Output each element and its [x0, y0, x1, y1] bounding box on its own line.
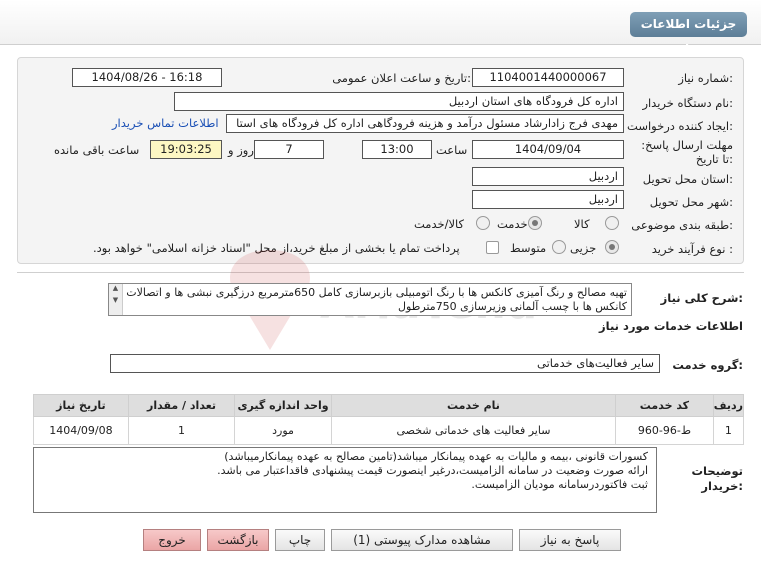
province-label: استان محل تحویل:	[642, 172, 733, 186]
buyer-notes-label: توضیحات خریدار:	[691, 464, 744, 493]
announce-field[interactable]: 1404/08/26 - 16:18	[72, 68, 222, 87]
title-bar: جزئیات اطلاعات نیاز	[0, 0, 761, 56]
page-title: جزئیات اطلاعات نیاز	[630, 12, 747, 56]
divider	[17, 272, 744, 273]
category-goods-label: کالا	[574, 217, 590, 231]
back-button[interactable]: بازگشت	[207, 529, 269, 551]
print-button[interactable]: چاپ	[275, 529, 325, 551]
city-field[interactable]: اردبیل	[472, 190, 624, 209]
view-attachments-button[interactable]: مشاهده مدارک پیوستی (1)	[331, 529, 513, 551]
col-date: تاریخ نیاز	[33, 394, 129, 417]
cell-qty: 1	[127, 416, 236, 445]
process-radio-medium[interactable]	[552, 240, 566, 254]
treasury-payment-checkbox[interactable]	[486, 241, 499, 254]
col-name: نام خدمت	[330, 394, 617, 417]
deadline-label: مهلت ارسال پاسخ: تا تاریخ:	[641, 138, 733, 166]
process-medium-label: متوسط	[510, 241, 547, 255]
service-group-label: گروه خدمت:	[672, 358, 743, 372]
cell-date: 1404/09/08	[33, 416, 129, 445]
process-radio-minor[interactable]	[605, 240, 619, 254]
buyer-notes-box[interactable]: کسورات قانونی ،بیمه و مالیات به عهده پیم…	[33, 447, 657, 513]
remaining-time-label: ساعت باقی مانده	[54, 143, 140, 157]
deadline-date-field[interactable]: 1404/09/04	[472, 140, 624, 159]
announce-label: تاریخ و ساعت اعلان عمومی:	[332, 71, 471, 85]
category-radio-goods-service[interactable]	[476, 216, 490, 230]
summary-label: شرح کلی نیاز:	[660, 291, 743, 305]
need-number-field[interactable]: 1104001440000067	[472, 68, 624, 87]
service-group-field[interactable]: سایر فعالیت‌های خدماتی	[110, 354, 660, 373]
remaining-time-field: 19:03:25	[150, 140, 222, 159]
buyer-org-field[interactable]: اداره کل فرودگاه های استان اردبیل	[174, 92, 624, 111]
reply-button[interactable]: پاسخ به نیاز	[519, 529, 621, 551]
category-radio-goods[interactable]	[605, 216, 619, 230]
deadline-time-label: ساعت	[436, 143, 468, 157]
need-number-label: شماره نیاز:	[678, 71, 733, 85]
city-label: شهر محل تحویل:	[649, 195, 733, 209]
days-label: روز و	[228, 143, 254, 157]
cell-unit: مورد	[234, 416, 332, 445]
note-line: ثبت فاکتوردرسامانه مودیان الزامیست.	[471, 478, 648, 491]
col-unit: واحد اندازه گیری	[234, 394, 332, 417]
days-field[interactable]: 7	[254, 140, 324, 159]
category-goods-service-label: کالا/خدمت	[414, 217, 465, 231]
process-minor-label: جزیی	[570, 241, 597, 255]
creator-field[interactable]: مهدی فرج زادارشاد مسئول درآمد و هزینه فر…	[226, 114, 624, 133]
scroll-down-icon[interactable]: ▼	[109, 296, 122, 305]
category-radio-service[interactable]	[528, 216, 542, 230]
category-service-label: خدمت	[497, 217, 528, 231]
cell-row: 1	[712, 416, 745, 445]
deadline-time-field[interactable]: 13:00	[362, 140, 432, 159]
cell-name: سایر فعالیت های خدماتی شخصی	[330, 416, 617, 445]
treasury-payment-label: پرداخت تمام یا بخشی از مبلغ خرید،از محل …	[93, 241, 460, 255]
scroll-up-icon[interactable]: ▲	[109, 284, 122, 293]
creator-label: ایجاد کننده درخواست:	[627, 119, 733, 133]
note-line: ارائه صورت وضعیت در سامانه الزامیست،درغی…	[217, 464, 648, 477]
cell-code: ط-96-960	[615, 416, 714, 445]
services-section-title: اطلاعات خدمات مورد نیاز	[599, 319, 743, 333]
col-qty: تعداد / مقدار	[127, 394, 236, 417]
services-table: ردیف کد خدمت نام خدمت واحد اندازه گیری ت…	[33, 394, 745, 445]
process-label: نوع فرآیند خرید :	[651, 242, 733, 256]
category-label: طبقه بندی موضوعی:	[631, 218, 733, 232]
exit-button[interactable]: خروج	[143, 529, 201, 551]
table-row[interactable]: 1 ط-96-960 سایر فعالیت های خدماتی شخصی م…	[33, 416, 745, 445]
col-row: ردیف	[712, 394, 745, 417]
summary-text[interactable]: تهیه مصالح و رنگ آمیزی کانکس ها با رنگ ا…	[108, 283, 632, 316]
note-line: کسورات قانونی ،بیمه و مالیات به عهده پیم…	[224, 450, 648, 463]
province-field[interactable]: اردبیل	[472, 167, 624, 186]
col-code: کد خدمت	[615, 394, 714, 417]
summary-scrollbar[interactable]: ▲ ▼	[109, 284, 123, 315]
contact-info-link[interactable]: اطلاعات تماس خریدار	[112, 116, 219, 130]
buyer-org-label: نام دستگاه خریدار:	[642, 96, 733, 110]
